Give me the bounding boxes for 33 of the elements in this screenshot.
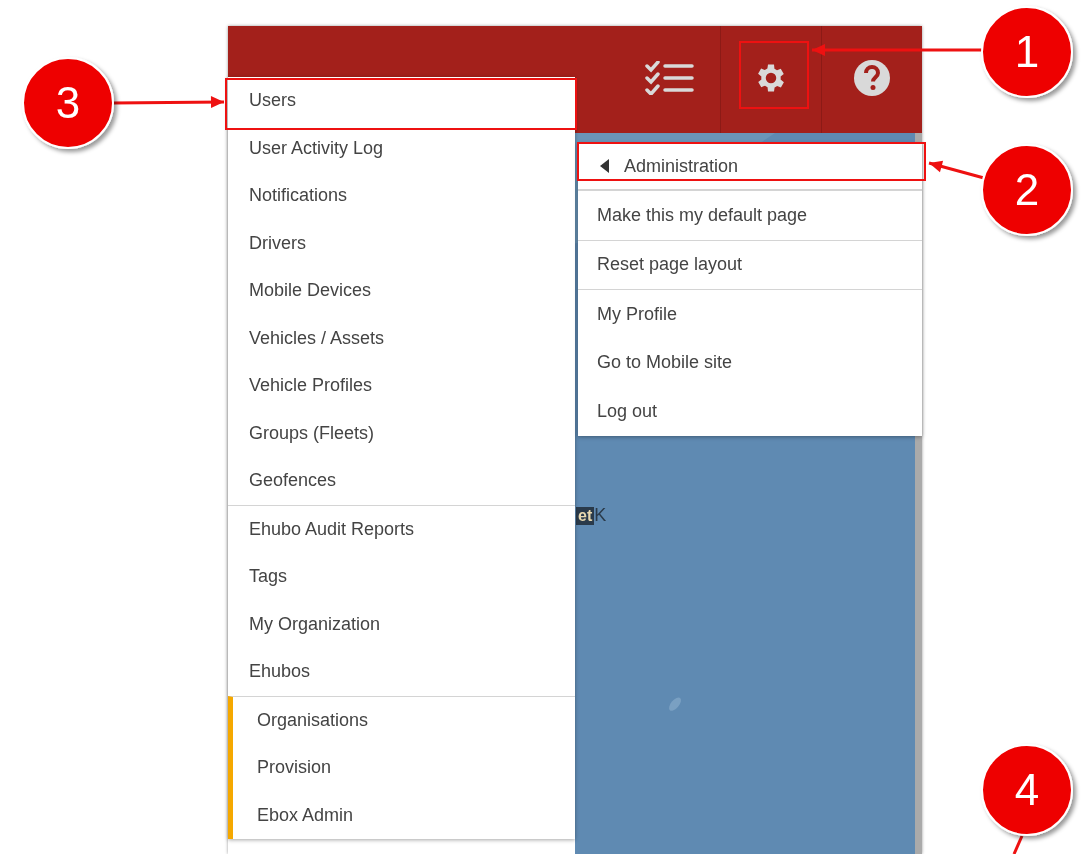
- menu-item[interactable]: Reset page layout: [578, 240, 922, 289]
- menu-item[interactable]: My Organization: [228, 600, 575, 648]
- menu-item[interactable]: Go to Mobile site: [578, 338, 922, 387]
- menu-item[interactable]: Drivers: [228, 219, 575, 267]
- map-label: K: [594, 505, 607, 526]
- menu-item[interactable]: Mobile Devices: [228, 267, 575, 315]
- checklist-icon[interactable]: [644, 60, 695, 95]
- back-button[interactable]: Administration: [578, 143, 922, 190]
- menu-item[interactable]: Vehicles / Assets: [228, 314, 575, 362]
- callout-arrow: [928, 160, 985, 180]
- menu-item[interactable]: Make this my default page: [578, 191, 922, 240]
- map-label: et: [576, 506, 595, 525]
- callout-marker: 4: [981, 744, 1073, 836]
- menu-item[interactable]: Provision: [233, 744, 575, 792]
- menu-item[interactable]: Geofences: [228, 457, 575, 505]
- menu-item[interactable]: Log out: [578, 387, 922, 436]
- menu-item[interactable]: Notifications: [228, 172, 575, 220]
- menu-item[interactable]: Ebox Admin: [233, 791, 575, 839]
- leader-line: [1012, 835, 1024, 854]
- highlight-outline: [739, 41, 809, 109]
- back-arrow-icon: [600, 159, 610, 173]
- menu-item[interactable]: Groups (Fleets): [228, 409, 575, 457]
- menu-item[interactable]: Ehubo Audit Reports: [228, 505, 575, 553]
- callout-marker: 2: [981, 144, 1073, 236]
- menu-item[interactable]: Vehicle Profiles: [228, 362, 575, 410]
- menu-item[interactable]: My Profile: [578, 290, 922, 339]
- callout-marker: 1: [981, 6, 1073, 98]
- menu-item[interactable]: User Activity Log: [228, 124, 575, 172]
- menu-item[interactable]: Tags: [228, 553, 575, 601]
- menu-item[interactable]: Ehubos: [228, 648, 575, 696]
- menu-item[interactable]: Organisations: [233, 696, 575, 744]
- callout-marker: 3: [22, 57, 114, 149]
- help-icon[interactable]: [853, 58, 891, 97]
